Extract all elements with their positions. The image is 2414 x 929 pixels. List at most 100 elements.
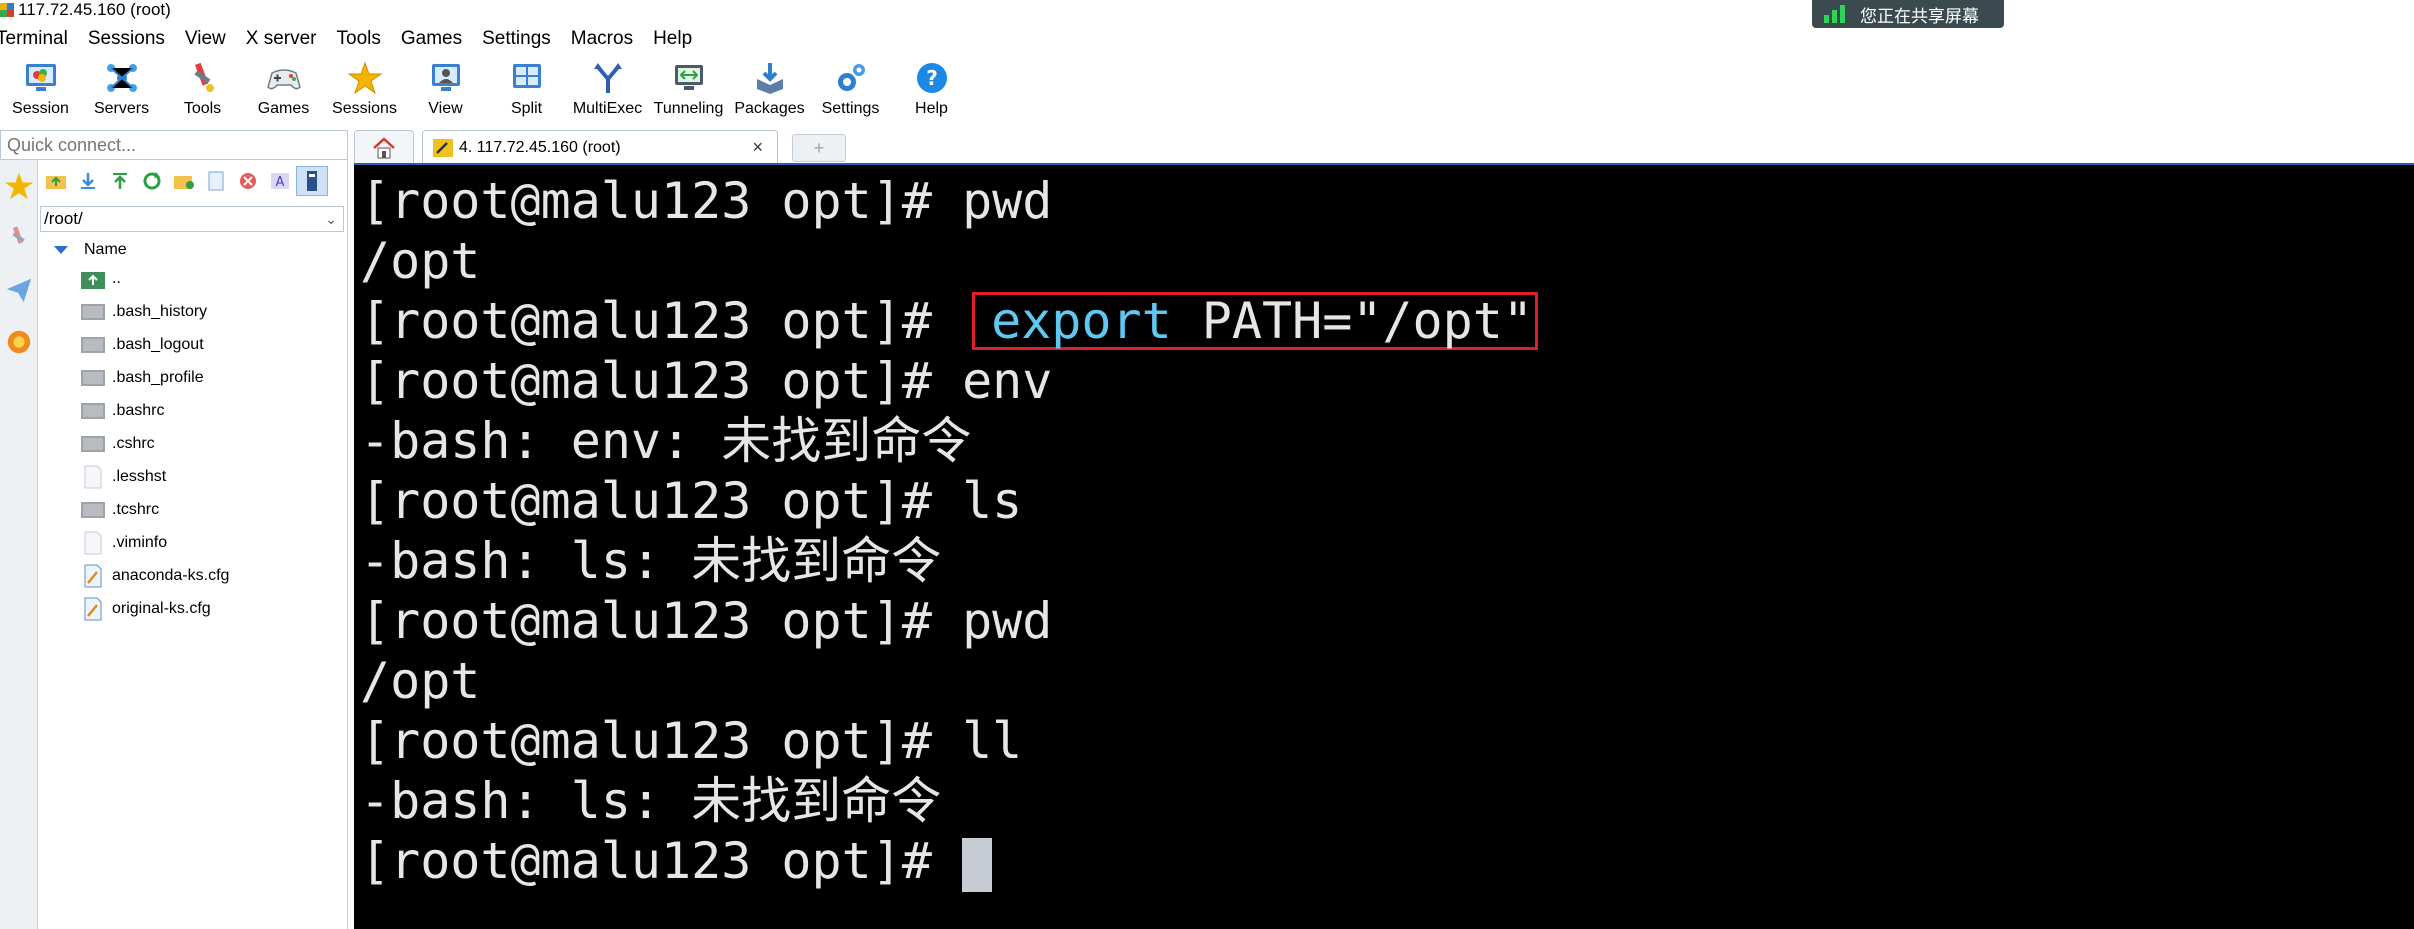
multiexec-button[interactable]: MultiExec xyxy=(567,54,648,124)
servers-button[interactable]: Servers xyxy=(81,54,162,124)
terminal-line: [root@malu123 opt]# ls xyxy=(360,472,1023,530)
browser-toolbar: A xyxy=(40,166,328,200)
refresh-icon[interactable] xyxy=(136,166,168,196)
file-row[interactable]: .cshrc xyxy=(78,427,338,460)
file-row[interactable]: original-ks.cfg xyxy=(78,592,338,625)
terminal-line: [root@malu123 opt]# pwd xyxy=(360,172,1053,230)
shell-file-icon xyxy=(78,432,108,456)
config-file-icon xyxy=(78,564,108,588)
tools-icon xyxy=(183,58,223,98)
tools-side-icon[interactable] xyxy=(0,212,38,264)
terminal-prompt-line: [root@malu123 opt]# xyxy=(360,831,2414,892)
help-button[interactable]: ? Help xyxy=(891,54,972,124)
split-button[interactable]: Split xyxy=(486,54,567,124)
sftp-browser: A /root/ ⌄ Name .. .bash_history .bash_l… xyxy=(38,160,348,929)
multiexec-icon xyxy=(588,58,628,98)
menu-view[interactable]: View xyxy=(175,24,236,54)
terminal-line: [root@malu123 opt]# ll xyxy=(360,712,1023,770)
new-folder-icon[interactable] xyxy=(168,166,200,196)
file-row-parent[interactable]: .. xyxy=(78,262,338,295)
follow-terminal-icon[interactable] xyxy=(296,166,328,196)
tunneling-button[interactable]: Tunneling xyxy=(648,54,729,124)
packages-button[interactable]: Packages xyxy=(729,54,810,124)
file-row[interactable]: .viminfo xyxy=(78,526,338,559)
games-icon xyxy=(264,58,304,98)
split-icon xyxy=(507,58,547,98)
tab-close-icon[interactable]: × xyxy=(752,137,763,158)
path-selector[interactable]: /root/ ⌄ xyxy=(40,206,344,232)
file-row[interactable]: .tcshrc xyxy=(78,493,338,526)
rename-icon[interactable]: A xyxy=(264,166,296,196)
view-button[interactable]: View xyxy=(405,54,486,124)
name-column-header[interactable]: Name xyxy=(54,238,127,262)
quick-connect-input[interactable] xyxy=(1,131,347,159)
file-row[interactable]: .bash_profile xyxy=(78,361,338,394)
collapse-arrow-icon xyxy=(54,246,68,254)
shell-file-icon xyxy=(78,366,108,390)
menu-sessions[interactable]: Sessions xyxy=(78,24,175,54)
text-file-icon xyxy=(78,465,108,489)
app-logo-icon xyxy=(0,3,14,17)
file-row[interactable]: .bash_history xyxy=(78,295,338,328)
session-icon xyxy=(21,58,61,98)
tab-session-4[interactable]: 4. 117.72.45.160 (root) × xyxy=(422,130,778,164)
menu-x-server[interactable]: X server xyxy=(236,24,327,54)
menu-help[interactable]: Help xyxy=(643,24,702,54)
gear-icon xyxy=(831,58,871,98)
ssh-session-icon xyxy=(433,138,453,157)
plus-icon: + xyxy=(813,137,825,158)
session-button[interactable]: Session xyxy=(0,54,81,124)
shell-file-icon xyxy=(78,399,108,423)
menu-games[interactable]: Games xyxy=(391,24,472,54)
new-file-icon[interactable] xyxy=(200,166,232,196)
terminal-line-highlighted: [root@malu123 opt]# export PATH="/opt" xyxy=(360,291,2414,351)
share-badge-text: 您正在共享屏幕 xyxy=(1860,6,1979,26)
new-tab-button[interactable]: + xyxy=(792,134,846,162)
main-toolbar: Session Servers Tools Games Sessions Vie… xyxy=(0,54,2414,124)
delete-icon[interactable] xyxy=(232,166,264,196)
shell-file-icon xyxy=(78,300,108,324)
settings-button[interactable]: Settings xyxy=(810,54,891,124)
file-list: .. .bash_history .bash_logout .bash_prof… xyxy=(78,262,338,625)
file-row[interactable]: .bash_logout xyxy=(78,328,338,361)
file-row[interactable]: .bashrc xyxy=(78,394,338,427)
packages-icon xyxy=(750,58,790,98)
upload-icon[interactable] xyxy=(104,166,136,196)
session-tab-bar: 4. 117.72.45.160 (root) × + xyxy=(354,130,2414,164)
terminal-line: [root@malu123 opt]# pwd xyxy=(360,592,1053,650)
file-row[interactable]: .lesshst xyxy=(78,460,338,493)
shell-file-icon xyxy=(78,498,108,522)
terminal-line: /opt xyxy=(360,232,481,290)
quick-connect-box xyxy=(0,130,348,160)
menu-bar: Terminal Sessions View X server Tools Ga… xyxy=(0,24,702,54)
column-name-label: Name xyxy=(84,241,127,258)
sessions-star-icon[interactable] xyxy=(0,160,38,212)
menu-macros[interactable]: Macros xyxy=(561,24,643,54)
parent-dir-icon xyxy=(78,267,108,291)
tunneling-icon xyxy=(669,58,709,98)
svg-text:A: A xyxy=(276,175,285,190)
star-icon xyxy=(345,58,385,98)
terminal-line: -bash: ls: 未找到命令 xyxy=(360,772,942,830)
screen-share-badge[interactable]: 您正在共享屏幕 xyxy=(1812,0,2004,28)
menu-settings[interactable]: Settings xyxy=(472,24,561,54)
tab-label: 4. 117.72.45.160 (root) xyxy=(459,138,621,156)
home-tab[interactable] xyxy=(354,130,414,164)
left-side-strip xyxy=(0,160,38,929)
terminal-cursor xyxy=(962,837,993,892)
terminal-output[interactable]: [root@malu123 opt]# pwd /opt [root@malu1… xyxy=(354,165,2414,929)
games-button[interactable]: Games xyxy=(243,54,324,124)
current-path: /root/ xyxy=(44,209,83,228)
sessions-button[interactable]: Sessions xyxy=(324,54,405,124)
macro-icon[interactable] xyxy=(0,316,38,368)
home-icon xyxy=(373,136,395,158)
menu-tools[interactable]: Tools xyxy=(327,24,391,54)
file-row[interactable]: anaconda-ks.cfg xyxy=(78,559,338,592)
config-file-icon xyxy=(78,597,108,621)
tools-button[interactable]: Tools xyxy=(162,54,243,124)
help-icon: ? xyxy=(912,58,952,98)
parent-folder-icon[interactable] xyxy=(40,166,72,196)
send-icon[interactable] xyxy=(0,264,38,316)
menu-terminal[interactable]: Terminal xyxy=(0,24,78,54)
download-icon[interactable] xyxy=(72,166,104,196)
